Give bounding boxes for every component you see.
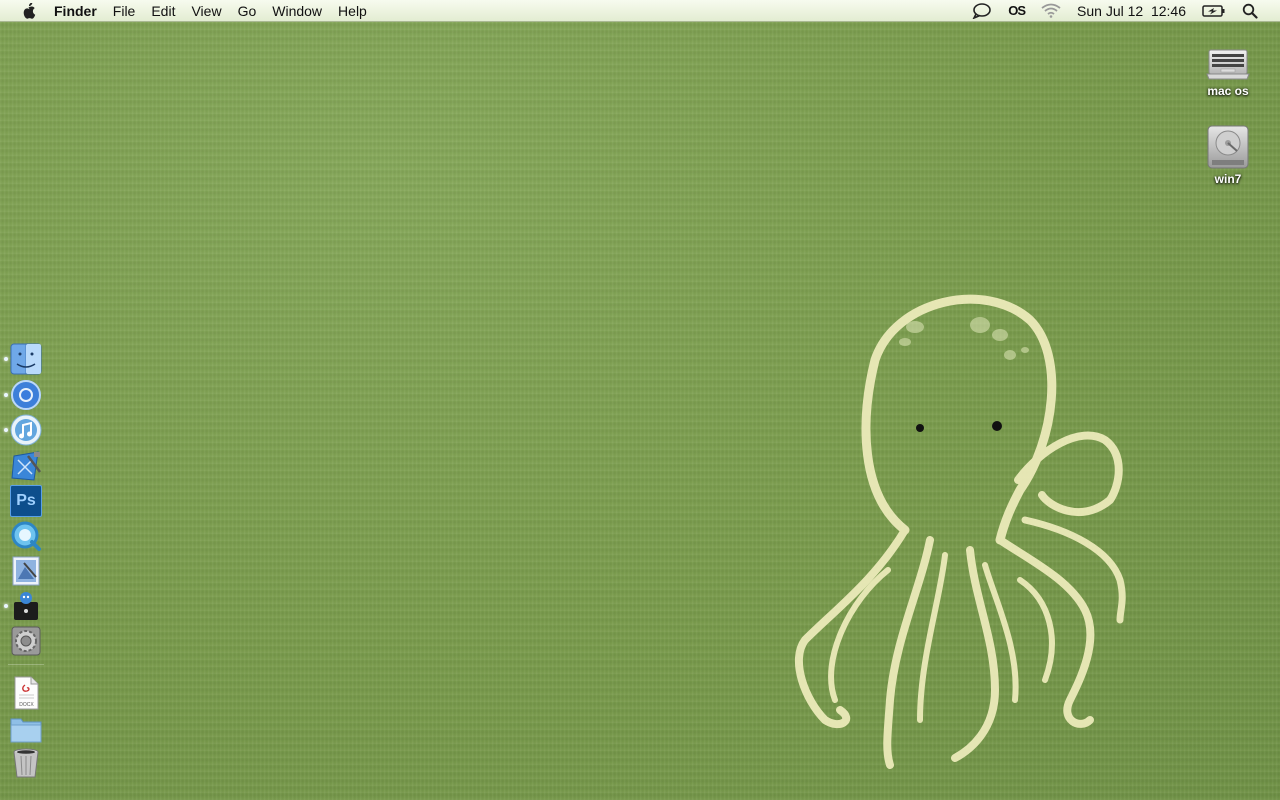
magnifier-icon[interactable]	[1234, 3, 1266, 19]
finder-icon	[10, 343, 42, 375]
desktop-icon-label: win7	[1214, 172, 1242, 186]
menu-edit[interactable]: Edit	[143, 0, 183, 22]
dock-item-xcode[interactable]	[9, 449, 43, 483]
dock-item-trash[interactable]	[9, 746, 43, 780]
dock-item-itunes[interactable]	[4, 413, 43, 447]
quicktime-icon	[11, 521, 41, 551]
menu-bar: Finder File Edit View Go Window Help OS	[0, 0, 1280, 22]
chrome-icon	[11, 380, 41, 410]
document-stack-icon: DOCX	[14, 676, 39, 710]
menu-file[interactable]: File	[105, 0, 144, 22]
photoshop-icon: Ps	[10, 485, 42, 517]
lastfm-menu[interactable]: OS	[1000, 0, 1033, 22]
menu-go[interactable]: Go	[230, 0, 265, 22]
running-indicator	[4, 604, 8, 608]
wifi-icon[interactable]	[1033, 3, 1069, 18]
dock-stack-folder[interactable]	[9, 712, 43, 746]
bird-app-icon	[14, 592, 38, 620]
dock-item-photoshop[interactable]: Ps	[9, 484, 43, 518]
menu-app-finder[interactable]: Finder	[54, 0, 105, 22]
desktop-icon-mac-os[interactable]: mac os	[1188, 34, 1268, 98]
system-preferences-icon	[11, 626, 41, 656]
running-indicator	[4, 393, 8, 397]
running-indicator	[4, 357, 8, 361]
dock-item-quicktime[interactable]	[9, 519, 43, 553]
laptop-drive-icon	[1204, 34, 1252, 82]
preview-icon	[12, 556, 40, 586]
dock-stack-documents[interactable]: DOCX	[9, 676, 43, 710]
clock[interactable]: Sun Jul 12 12:46	[1069, 0, 1194, 22]
dock-item-preview[interactable]	[9, 554, 43, 588]
running-indicator	[4, 428, 8, 432]
itunes-icon	[10, 414, 42, 446]
desktop[interactable]: Finder File Edit View Go Window Help OS	[0, 0, 1280, 800]
octopus-wallpaper-illustration	[794, 294, 1126, 769]
lastfm-icon: OS	[1008, 2, 1026, 18]
photoshop-icon-text: Ps	[16, 492, 36, 509]
menu-extras: OS Sun Jul 12 12:46	[964, 0, 1280, 22]
desktop-icon-win7[interactable]: win7	[1188, 122, 1268, 186]
menu-help[interactable]: Help	[330, 0, 375, 22]
dock-separator	[8, 664, 44, 665]
menu-bar-left: Finder File Edit View Go Window Help	[0, 0, 375, 22]
desktop-icon-label: mac os	[1207, 84, 1249, 98]
menu-view[interactable]: View	[183, 0, 229, 22]
dock-item-system-preferences[interactable]	[9, 624, 43, 658]
dock-item-tweetie[interactable]	[4, 589, 43, 623]
document-type-label: DOCX	[19, 702, 34, 708]
folder-icon	[10, 718, 42, 743]
apple-logo-icon[interactable]	[20, 2, 36, 19]
battery-charging-icon[interactable]	[1194, 4, 1234, 18]
menu-window[interactable]: Window	[264, 0, 330, 22]
speech-bubble-icon[interactable]	[964, 2, 1000, 19]
hard-drive-icon	[1204, 122, 1252, 170]
trash-icon	[13, 748, 39, 778]
dock-item-chrome[interactable]	[4, 378, 43, 412]
xcode-icon	[11, 451, 41, 481]
dock-item-finder[interactable]	[4, 342, 43, 376]
